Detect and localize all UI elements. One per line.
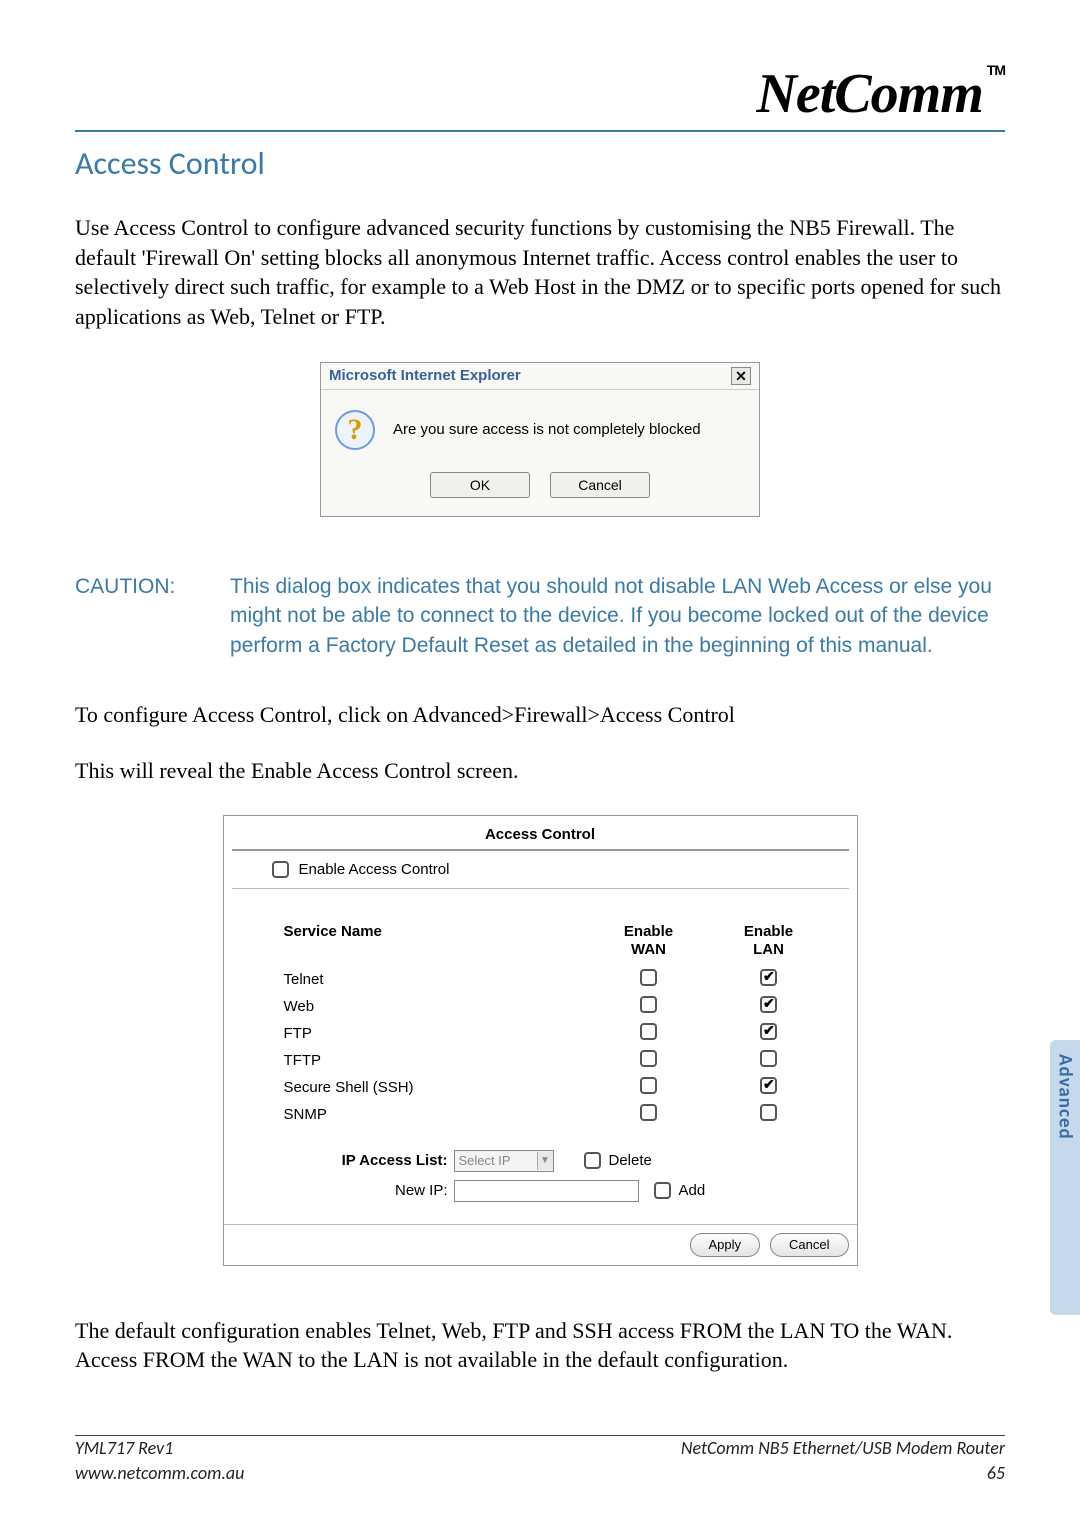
service-name: TFTP (284, 1052, 584, 1069)
service-row: FTP (284, 1020, 827, 1047)
service-row: Secure Shell (SSH) (284, 1074, 827, 1101)
enable-access-control-label: Enable Access Control (299, 861, 450, 878)
enable-lan-checkbox[interactable] (760, 996, 777, 1013)
intro-paragraph: Use Access Control to configure advanced… (75, 213, 1005, 332)
question-icon: ? (335, 410, 375, 450)
cancel-button[interactable]: Cancel (550, 472, 650, 498)
side-tab-advanced: Advanced (1050, 1040, 1080, 1315)
col-service-name: Service Name (284, 923, 584, 958)
panel-cancel-button[interactable]: Cancel (770, 1233, 848, 1257)
closing-paragraph: The default configuration enables Telnet… (75, 1316, 1005, 1375)
delete-label: Delete (609, 1152, 652, 1169)
brand-name: NetComm (756, 63, 982, 125)
footer-url: www.netcomm.com.au (75, 1461, 244, 1485)
service-row: SNMP (284, 1101, 827, 1128)
new-ip-label: New IP: (284, 1182, 454, 1199)
service-row: Web (284, 993, 827, 1020)
close-icon[interactable]: ✕ (731, 367, 751, 385)
panel-title: Access Control (224, 816, 857, 849)
enable-wan-checkbox[interactable] (640, 1077, 657, 1094)
page-title: Access Control (75, 144, 1005, 183)
service-row: TFTP (284, 1047, 827, 1074)
footer-page-number: 65 (987, 1461, 1005, 1485)
caution-label: CAUTION: (75, 572, 230, 660)
brand-logo: NetComm TM (756, 62, 1005, 126)
col-enable-wan: EnableWAN (584, 923, 714, 958)
brand-tm: TM (987, 62, 1005, 78)
panel-rule-2 (232, 888, 849, 889)
chevron-down-icon: ▼ (537, 1152, 553, 1170)
reveal-paragraph: This will reveal the Enable Access Contr… (75, 756, 1005, 786)
service-name: Telnet (284, 971, 584, 988)
apply-button[interactable]: Apply (690, 1233, 761, 1257)
add-ip-checkbox[interactable] (654, 1182, 671, 1199)
enable-lan-checkbox[interactable] (760, 1050, 777, 1067)
enable-lan-checkbox[interactable] (760, 1023, 777, 1040)
dialog-title: Microsoft Internet Explorer (329, 367, 521, 384)
new-ip-input[interactable] (454, 1180, 639, 1202)
enable-wan-checkbox[interactable] (640, 1104, 657, 1121)
caution-block: CAUTION: This dialog box indicates that … (75, 572, 1005, 660)
header-rule (75, 130, 1005, 132)
service-name: Web (284, 998, 584, 1015)
enable-wan-checkbox[interactable] (640, 996, 657, 1013)
delete-ip-checkbox[interactable] (584, 1152, 601, 1169)
caution-text: This dialog box indicates that you shoul… (230, 572, 1005, 660)
service-name: SNMP (284, 1106, 584, 1123)
footer-doc-id: YML717 Rev1 (75, 1436, 173, 1460)
service-row: Telnet (284, 966, 827, 993)
ip-access-list-select[interactable]: Select IP ▼ (454, 1150, 554, 1172)
enable-wan-checkbox[interactable] (640, 1050, 657, 1067)
enable-wan-checkbox[interactable] (640, 969, 657, 986)
access-control-panel: Access Control Enable Access Control Ser… (223, 815, 858, 1266)
enable-access-control-checkbox[interactable] (272, 861, 289, 878)
col-enable-lan: EnableLAN (714, 923, 824, 958)
ok-button[interactable]: OK (430, 472, 530, 498)
ip-select-placeholder: Select IP (459, 1153, 511, 1168)
confirm-dialog: Microsoft Internet Explorer ✕ ? Are you … (320, 362, 760, 517)
enable-lan-checkbox[interactable] (760, 1104, 777, 1121)
nav-paragraph: To configure Access Control, click on Ad… (75, 700, 1005, 730)
ip-access-list-label: IP Access List: (284, 1152, 454, 1169)
enable-lan-checkbox[interactable] (760, 969, 777, 986)
page-footer: YML717 Rev1 NetComm NB5 Ethernet/USB Mod… (75, 1435, 1005, 1485)
side-tab-label: Advanced (1054, 1054, 1077, 1140)
service-table: Service Name EnableWAN EnableLAN Telnet W… (224, 899, 857, 1128)
enable-lan-checkbox[interactable] (760, 1077, 777, 1094)
add-label: Add (679, 1182, 706, 1199)
service-name: Secure Shell (SSH) (284, 1079, 584, 1096)
service-name: FTP (284, 1025, 584, 1042)
enable-wan-checkbox[interactable] (640, 1023, 657, 1040)
footer-product: NetComm NB5 Ethernet/USB Modem Router (681, 1436, 1005, 1460)
dialog-message: Are you sure access is not completely bl… (393, 421, 701, 438)
